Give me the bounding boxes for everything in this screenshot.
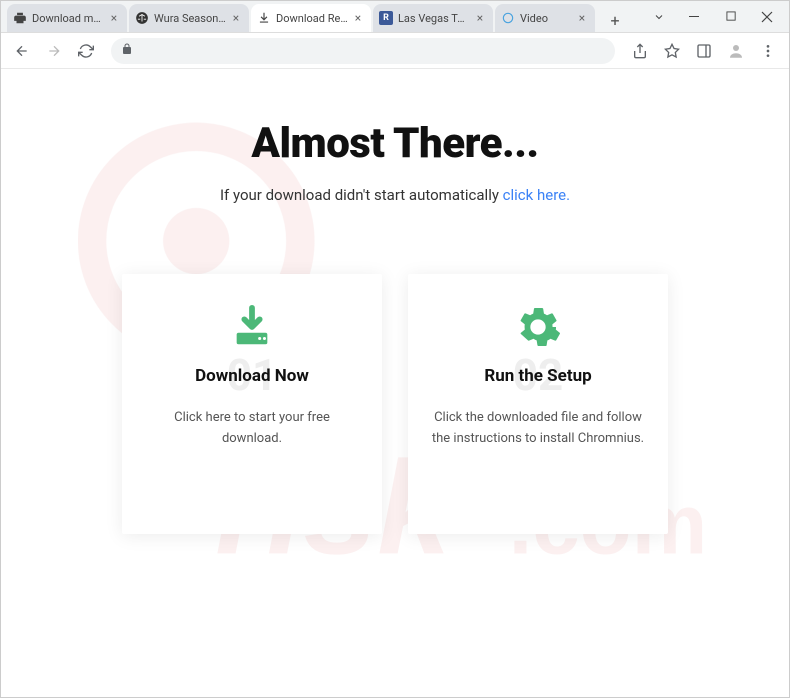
subtitle-text: If your download didn't start automatica… bbox=[220, 186, 503, 204]
browser-window: Download music × Wura Season 2 D × Downl… bbox=[0, 0, 790, 698]
tab-wura[interactable]: Wura Season 2 D × bbox=[129, 4, 249, 32]
close-icon[interactable]: × bbox=[575, 11, 589, 25]
card-run-setup: 02 Run the Setup Click the downloaded fi… bbox=[408, 274, 668, 534]
page-subtitle: If your download didn't start automatica… bbox=[1, 186, 789, 204]
reload-button[interactable] bbox=[73, 38, 99, 64]
close-icon[interactable]: × bbox=[351, 11, 365, 25]
card-download-now[interactable]: 01 Download Now Click here to start your… bbox=[122, 274, 382, 534]
forward-button[interactable] bbox=[41, 38, 67, 64]
tab-las-vegas[interactable]: R Las Vegas Tax At × bbox=[373, 4, 493, 32]
card-description: Click here to start your free download. bbox=[144, 408, 360, 450]
close-button[interactable] bbox=[753, 6, 781, 28]
gear-icon bbox=[430, 304, 646, 350]
download-icon bbox=[257, 11, 271, 25]
tab-title: Video bbox=[520, 12, 572, 25]
tab-title: Download music bbox=[32, 12, 104, 25]
titlebar: Download music × Wura Season 2 D × Downl… bbox=[1, 1, 789, 33]
download-icon bbox=[144, 304, 360, 350]
page-body: Almost There... If your download didn't … bbox=[1, 69, 789, 534]
card-title: Download Now bbox=[144, 366, 360, 386]
tab-title: Las Vegas Tax At bbox=[398, 12, 470, 25]
share-icon[interactable] bbox=[627, 38, 653, 64]
toolbar bbox=[1, 33, 789, 69]
close-icon[interactable]: × bbox=[107, 11, 121, 25]
page-content: risk PC .com Almost There... If your dow… bbox=[1, 69, 789, 697]
close-icon[interactable]: × bbox=[229, 11, 243, 25]
window-controls bbox=[645, 6, 781, 28]
letter-icon: R bbox=[379, 11, 393, 25]
maximize-button[interactable] bbox=[717, 6, 745, 28]
back-button[interactable] bbox=[9, 38, 35, 64]
panel-icon[interactable] bbox=[691, 38, 717, 64]
printer-icon bbox=[13, 11, 27, 25]
lock-icon bbox=[121, 43, 133, 58]
card-title: Run the Setup bbox=[430, 366, 646, 386]
page-title: Almost There... bbox=[1, 119, 789, 168]
menu-icon[interactable] bbox=[755, 38, 781, 64]
address-bar[interactable] bbox=[111, 38, 615, 64]
tab-strip: Download music × Wura Season 2 D × Downl… bbox=[1, 1, 635, 32]
new-tab-button[interactable]: + bbox=[603, 8, 627, 32]
close-icon[interactable]: × bbox=[473, 11, 487, 25]
profile-icon[interactable] bbox=[723, 38, 749, 64]
click-here-link[interactable]: click here. bbox=[503, 186, 570, 204]
minimize-button[interactable] bbox=[681, 6, 709, 28]
tab-download-ready[interactable]: Download Ready × bbox=[251, 4, 371, 32]
tab-video[interactable]: Video × bbox=[495, 4, 595, 32]
chevron-down-icon[interactable] bbox=[645, 6, 673, 28]
tab-download-music[interactable]: Download music × bbox=[7, 4, 127, 32]
tab-title: Wura Season 2 D bbox=[154, 12, 226, 25]
circle-icon bbox=[501, 11, 515, 25]
cards-row: 01 Download Now Click here to start your… bbox=[1, 274, 789, 534]
star-icon[interactable] bbox=[659, 38, 685, 64]
card-description: Click the downloaded file and follow the… bbox=[430, 408, 646, 450]
tab-title: Download Ready bbox=[276, 12, 348, 25]
scale-icon bbox=[135, 11, 149, 25]
